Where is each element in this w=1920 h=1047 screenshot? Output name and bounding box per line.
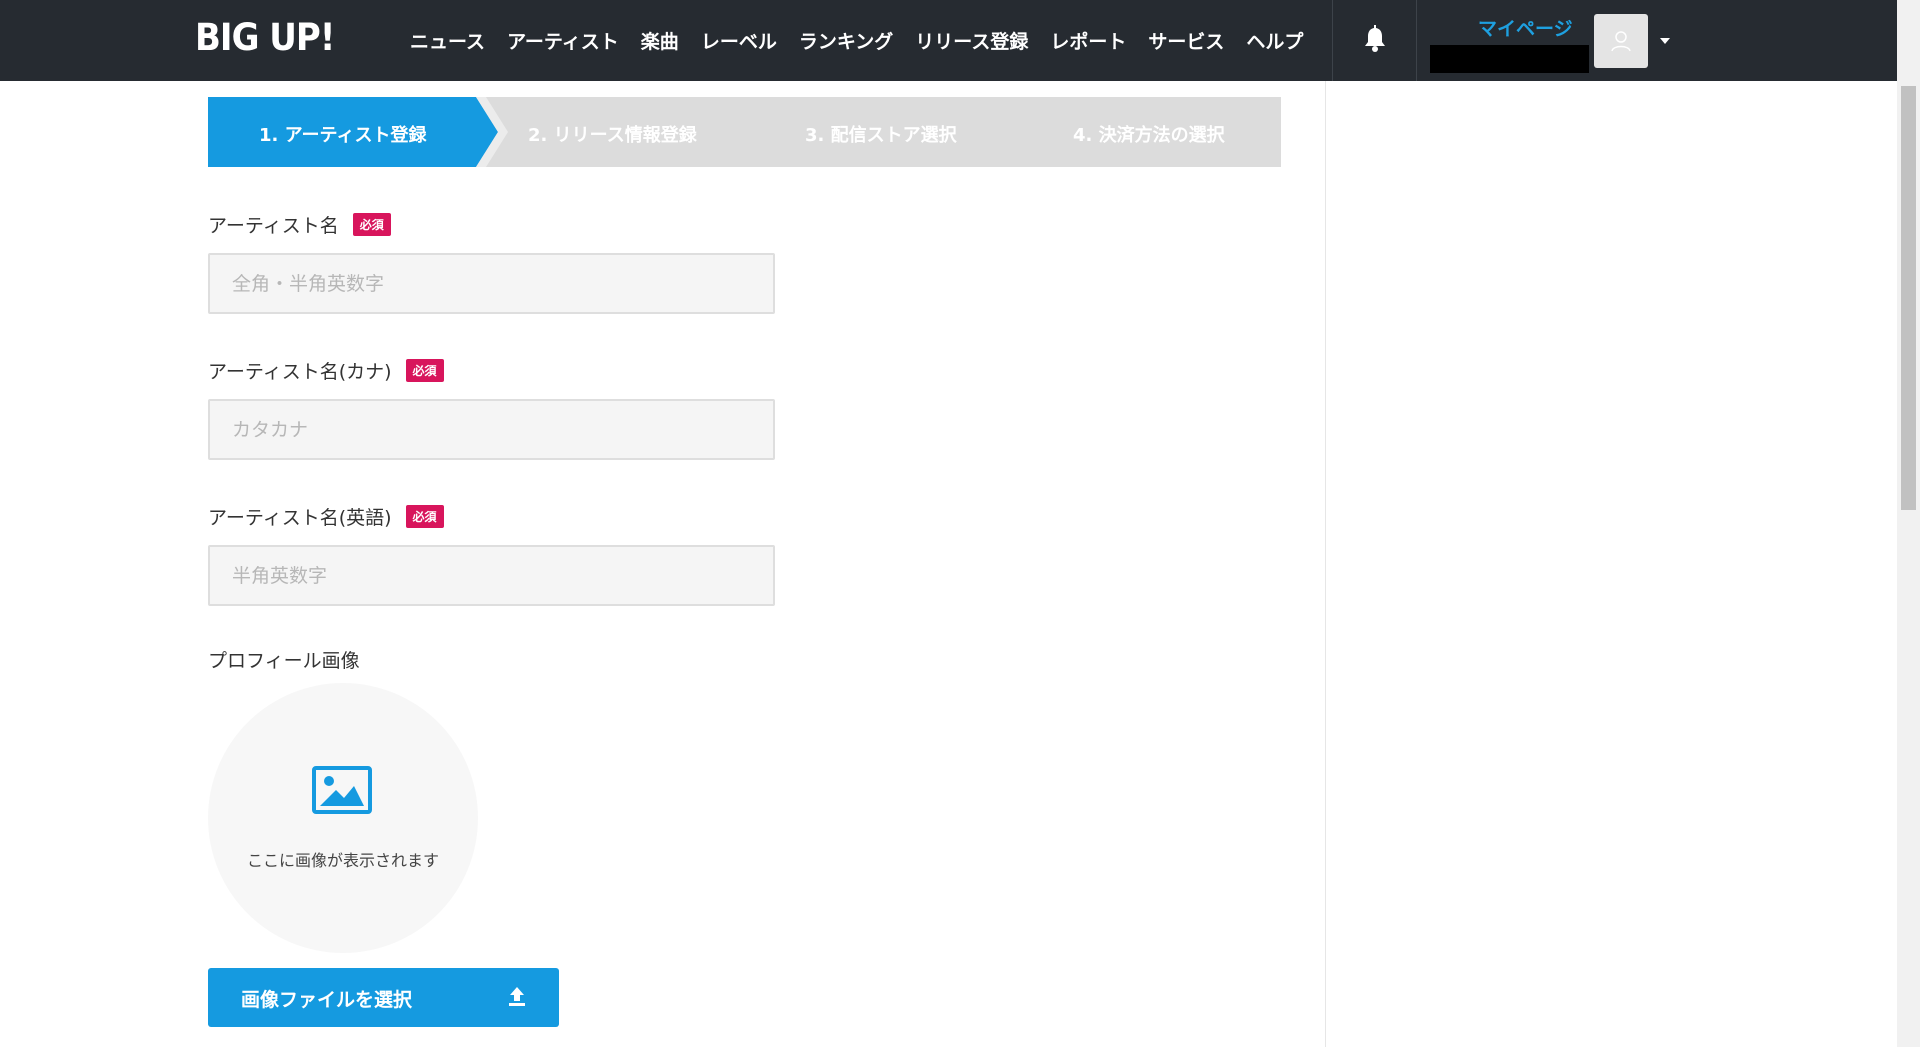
select-image-file-button[interactable]: 画像ファイルを選択 [208, 968, 559, 1027]
artist-name-kana-input[interactable] [208, 399, 775, 460]
field-label-text: アーティスト名(英語) [208, 507, 392, 529]
page: BIG UP! ニュース アーティスト 楽曲 レーベル ランキング リリース登録… [0, 0, 1920, 1047]
field-label-text: アーティスト名(カナ) [208, 361, 392, 383]
image-icon [312, 766, 372, 814]
chevron-down-icon[interactable] [1660, 38, 1670, 44]
nav-songs[interactable]: 楽曲 [641, 27, 679, 54]
field-label-text: アーティスト名 [208, 215, 339, 237]
artist-name-input[interactable] [208, 253, 775, 314]
required-badge: 必須 [405, 505, 444, 528]
user-icon [1611, 31, 1631, 52]
content-divider [1325, 81, 1326, 1047]
nav-divider [1332, 0, 1333, 81]
nav-service[interactable]: サービス [1148, 27, 1224, 54]
artist-name-english-label: アーティスト名(英語) 必須 [208, 503, 444, 530]
required-badge: 必須 [405, 359, 444, 382]
step-2: 2. リリース情報登録 [528, 125, 697, 146]
artist-name-label: アーティスト名 必須 [208, 211, 391, 238]
user-name-redacted [1430, 45, 1589, 73]
mypage-link[interactable]: マイページ [1478, 14, 1573, 41]
nav-report[interactable]: レポート [1050, 27, 1126, 54]
bell-icon[interactable] [1362, 25, 1388, 53]
profile-image-preview: ここに画像が表示されます [208, 683, 478, 953]
nav-divider [1416, 0, 1417, 81]
site-logo[interactable]: BIG UP! [195, 16, 335, 60]
step-1: 1. アーティスト登録 [259, 125, 427, 146]
main-nav: ニュース アーティスト 楽曲 レーベル ランキング リリース登録 レポート サー… [410, 0, 1325, 81]
nav-news[interactable]: ニュース [410, 27, 485, 54]
image-placeholder-caption: ここに画像が表示されます [246, 851, 439, 870]
upload-icon [509, 987, 525, 1006]
top-navbar: BIG UP! ニュース アーティスト 楽曲 レーベル ランキング リリース登録… [0, 0, 1897, 81]
step-4: 4. 決済方法の選択 [1073, 125, 1225, 146]
nav-release-registration[interactable]: リリース登録 [915, 27, 1028, 54]
required-badge: 必須 [352, 213, 391, 236]
scrollbar[interactable] [1897, 0, 1920, 1047]
nav-label[interactable]: レーベル [701, 27, 777, 54]
nav-help[interactable]: ヘルプ [1246, 27, 1303, 54]
nav-ranking[interactable]: ランキング [799, 27, 893, 54]
scrollbar-thumb[interactable] [1901, 86, 1916, 510]
profile-image-label: プロフィール画像 [208, 646, 360, 673]
artist-name-english-input[interactable] [208, 545, 775, 606]
button-label: 画像ファイルを選択 [241, 989, 413, 1011]
artist-name-kana-label: アーティスト名(カナ) 必須 [208, 357, 444, 384]
progress-stepper: 1. アーティスト登録 2. リリース情報登録 3. 配信ストア選択 4. 決済… [208, 97, 1281, 167]
avatar[interactable] [1594, 14, 1648, 68]
nav-artist[interactable]: アーティスト [507, 27, 619, 54]
step-3: 3. 配信ストア選択 [805, 125, 957, 146]
field-label-text: プロフィール画像 [208, 650, 360, 672]
